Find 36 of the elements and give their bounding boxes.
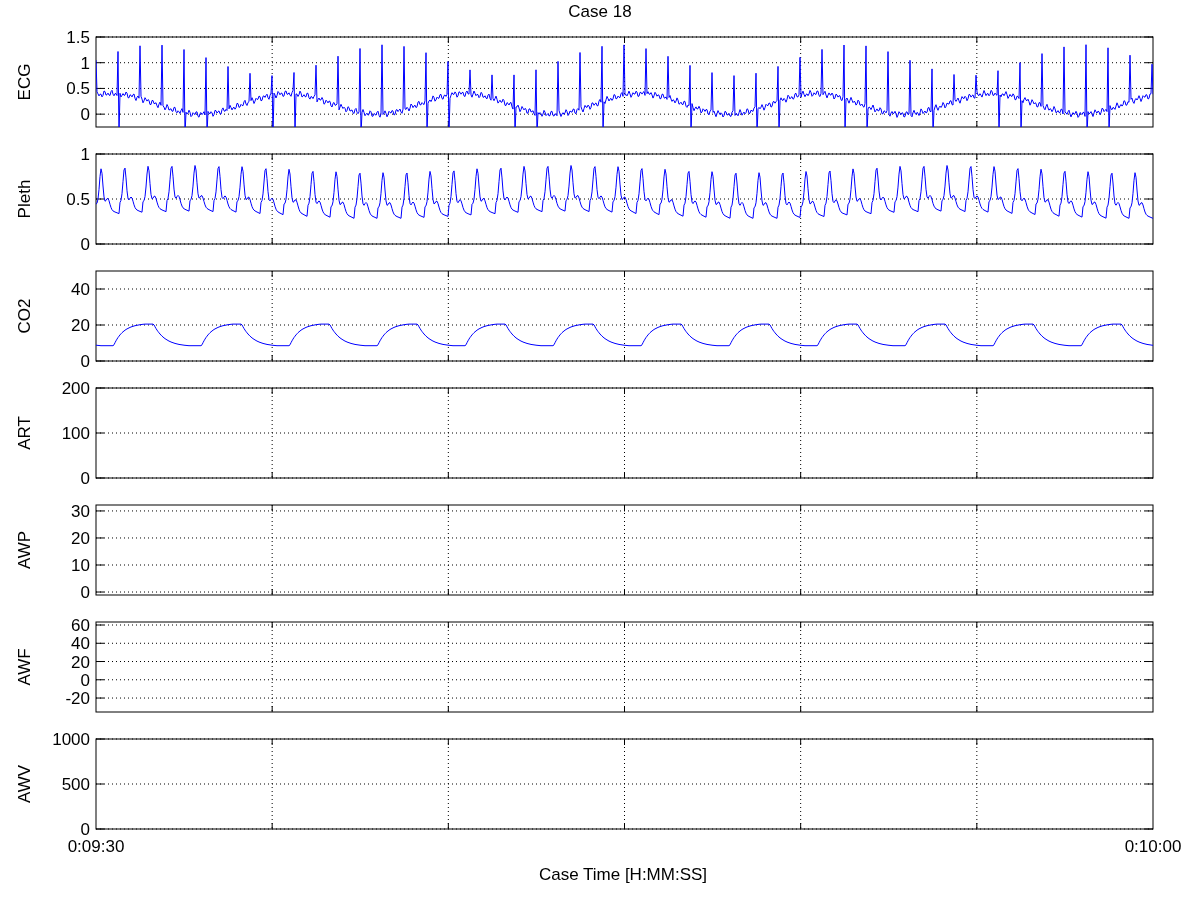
tick-label: 200 — [61, 379, 90, 398]
tick-label: 0 — [80, 670, 90, 690]
tick-label: 0 — [80, 105, 90, 125]
tick-label: 0:10:00 — [1124, 837, 1182, 856]
axis-label: ART — [15, 416, 34, 450]
tick-label: 20 — [71, 528, 90, 548]
tick-label: 0.5 — [66, 190, 90, 209]
figure-title: Case 18 — [568, 2, 632, 21]
tick-label: 1.5 — [66, 28, 90, 47]
axis-label: AWF — [15, 648, 34, 686]
tick-label: 0 — [80, 820, 90, 839]
tick-label: 100 — [61, 424, 90, 443]
tick-label: -20 — [65, 689, 90, 709]
tick-label: 40 — [71, 280, 90, 299]
tick-label: 0 — [80, 352, 90, 371]
tick-label: 1000 — [52, 730, 90, 749]
axis-label: AWP — [15, 530, 34, 570]
tick-label: 60 — [71, 616, 90, 635]
tick-label: 40 — [71, 634, 90, 654]
axis-label: ECG — [15, 63, 34, 101]
tick-label: 20 — [71, 652, 90, 672]
tick-label: 500 — [61, 775, 90, 794]
axis-label: Pleth — [15, 179, 34, 219]
tick-label: 20 — [71, 316, 90, 335]
tick-label: 0.5 — [66, 79, 90, 99]
axis-label: CO2 — [15, 298, 34, 334]
tick-label: 1 — [80, 145, 90, 164]
tick-label: 30 — [71, 501, 90, 521]
tick-label: 10 — [71, 556, 90, 575]
axis-label: Case Time [H:MM:SS] — [538, 865, 708, 884]
tick-label: 0 — [80, 469, 90, 488]
tick-label: 0:09:30 — [67, 837, 125, 856]
tick-label: 0 — [80, 583, 90, 603]
tick-label: 0 — [80, 235, 90, 254]
tick-label: 1 — [80, 53, 90, 73]
axis-label: AWV — [15, 764, 34, 804]
